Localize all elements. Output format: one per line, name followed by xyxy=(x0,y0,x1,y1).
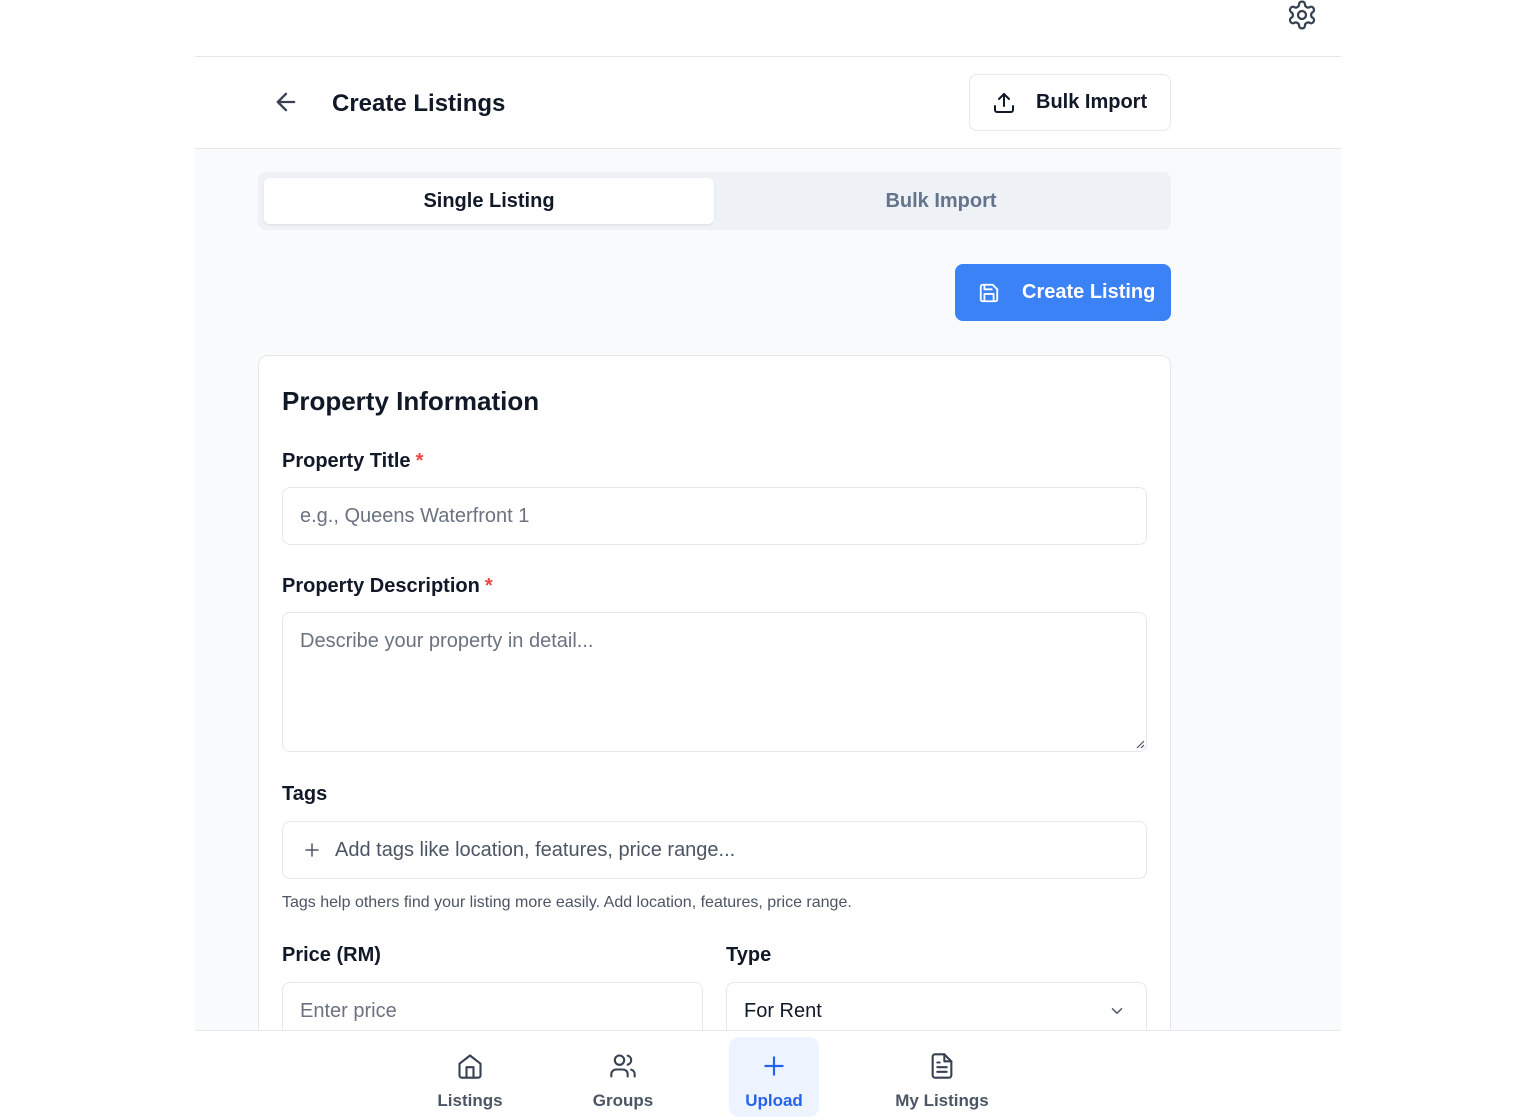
required-mark: * xyxy=(484,575,493,597)
upload-icon xyxy=(992,91,1016,115)
settings-button[interactable] xyxy=(1284,0,1320,34)
bulk-import-label: Bulk Import xyxy=(1036,91,1148,113)
property-description-label-text: Property Description xyxy=(282,575,480,597)
gear-icon xyxy=(1286,0,1318,36)
page-title: Create Listings xyxy=(332,90,506,117)
page-header: Create Listings Bulk Import xyxy=(195,57,1341,149)
type-select[interactable]: For Rent xyxy=(726,982,1147,1030)
bulk-import-button[interactable]: Bulk Import xyxy=(969,74,1171,131)
users-icon xyxy=(609,1051,637,1081)
price-label: Price (RM) xyxy=(282,944,381,966)
create-listing-button[interactable]: Create Listing xyxy=(955,264,1171,321)
resize-handle-icon[interactable] xyxy=(1135,736,1145,749)
tags-placeholder: Add tags like location, features, price … xyxy=(335,838,736,861)
property-title-label: Property Title * xyxy=(282,450,423,473)
section-title: Property Information xyxy=(282,386,540,416)
type-selected-value: For Rent xyxy=(744,999,822,1022)
plus-icon xyxy=(303,841,321,859)
chevron-down-icon xyxy=(1108,1002,1126,1020)
tags-hint: Tags help others find your listing more … xyxy=(282,894,852,911)
top-bar xyxy=(0,0,1536,56)
tab-bulk-import[interactable]: Bulk Import xyxy=(716,178,1166,224)
listing-mode-tabs: Single Listing Bulk Import xyxy=(258,172,1171,230)
document-icon xyxy=(928,1051,956,1081)
type-label: Type xyxy=(726,944,772,966)
property-information-card: Property Information Property Title* Pro… xyxy=(258,355,1171,1030)
nav-label: Listings xyxy=(437,1091,503,1110)
create-listing-label: Create Listing xyxy=(1022,281,1156,303)
required-mark: * xyxy=(415,450,424,472)
nav-item-listings[interactable]: Listings xyxy=(425,1037,515,1117)
create-listing-page: Create Listings Bulk Import Single Listi… xyxy=(195,57,1341,1030)
nav-label: Upload xyxy=(745,1091,803,1110)
nav-item-upload[interactable]: Upload xyxy=(729,1037,819,1117)
nav-item-my-listings[interactable]: My Listings xyxy=(887,1037,997,1117)
property-title-label-text: Property Title xyxy=(282,450,411,472)
tab-single-listing[interactable]: Single Listing xyxy=(264,178,714,224)
save-icon xyxy=(978,282,1000,304)
plus-icon xyxy=(761,1051,787,1081)
property-description-textarea[interactable] xyxy=(282,612,1147,752)
property-title-input[interactable] xyxy=(282,487,1147,545)
tags-label: Tags xyxy=(282,783,328,805)
back-button[interactable] xyxy=(269,87,303,121)
tags-input[interactable]: Add tags like location, features, price … xyxy=(282,821,1147,879)
nav-label: Groups xyxy=(592,1091,654,1110)
arrow-left-icon xyxy=(272,88,300,121)
nav-item-groups[interactable]: Groups xyxy=(578,1037,668,1117)
property-description-label: Property Description * xyxy=(282,575,493,598)
home-icon xyxy=(456,1051,484,1081)
nav-label: My Listings xyxy=(895,1091,989,1110)
price-input[interactable] xyxy=(282,982,703,1030)
bottom-navigation: Listings Groups Upload My Listings xyxy=(195,1030,1341,1120)
